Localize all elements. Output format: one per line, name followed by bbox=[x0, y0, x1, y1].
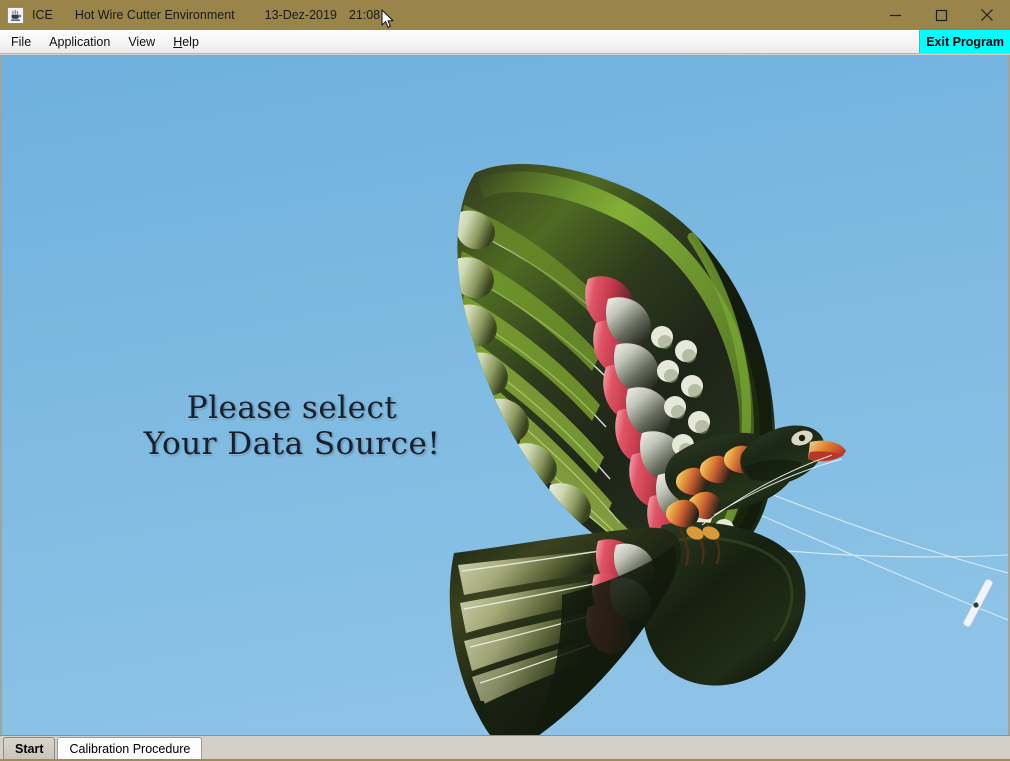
menu-item-file[interactable]: File bbox=[2, 33, 40, 51]
tab-start[interactable]: Start bbox=[3, 737, 56, 759]
title-bar: ICE Hot Wire Cutter Environment 13-Dez-2… bbox=[0, 0, 1010, 30]
tab-calibration-procedure[interactable]: Calibration Procedure bbox=[57, 737, 203, 759]
window-time: 21:08 bbox=[348, 8, 381, 22]
window-date: 13-Dez-2019 bbox=[264, 8, 337, 22]
menu-item-view[interactable]: View bbox=[119, 33, 164, 51]
menu-item-file-label: File bbox=[11, 34, 32, 49]
window-controls bbox=[872, 0, 1010, 30]
bird-kite-in-blue-sky-photo bbox=[2, 55, 1008, 735]
tab-start-label: Start bbox=[15, 741, 44, 756]
tab-strip: Start Calibration Procedure bbox=[0, 735, 1010, 761]
close-button[interactable] bbox=[964, 0, 1010, 30]
menu-bar: File Application View Help Exit Program bbox=[0, 30, 1010, 54]
java-coffee-cup-icon bbox=[7, 6, 24, 24]
maximize-button[interactable] bbox=[918, 0, 964, 30]
mouse-pointer-cursor bbox=[381, 9, 395, 29]
menu-item-view-label: View bbox=[128, 34, 156, 49]
menu-item-help-mnemonic: H bbox=[173, 34, 183, 49]
tab-calibration-procedure-label: Calibration Procedure bbox=[69, 741, 191, 756]
menu-item-application-label: Application bbox=[49, 34, 111, 49]
main-content-panel: Please select Your Data Source! bbox=[0, 55, 1010, 735]
minimize-button[interactable] bbox=[872, 0, 918, 30]
exit-program-button[interactable]: Exit Program bbox=[919, 30, 1010, 53]
menu-item-application[interactable]: Application bbox=[40, 33, 119, 51]
window-title: Hot Wire Cutter Environment bbox=[74, 8, 235, 22]
menu-item-help-label: elp bbox=[182, 34, 199, 49]
application-window: ICE Hot Wire Cutter Environment 13-Dez-2… bbox=[0, 0, 1010, 761]
window-app-name: ICE bbox=[32, 8, 53, 22]
exit-program-label: Exit Program bbox=[926, 34, 1004, 49]
menu-item-help[interactable]: Help bbox=[164, 33, 208, 51]
